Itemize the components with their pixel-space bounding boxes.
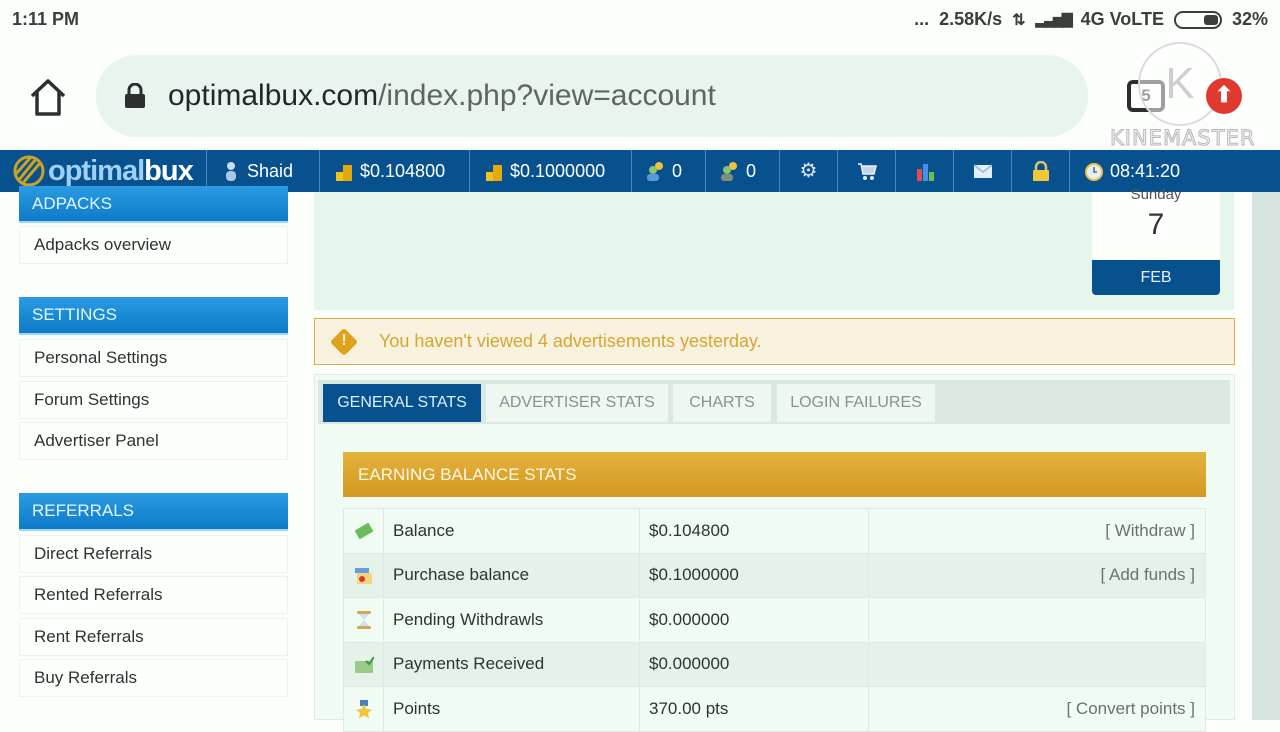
stat-value: $0.104800	[639, 508, 869, 554]
table-row: Payments Received $0.000000	[343, 641, 1206, 687]
sidebar-item-adpacks-overview[interactable]: Adpacks overview	[19, 226, 288, 264]
network-speed: 2.58K/s	[939, 9, 1003, 29]
nav-direct-referrals[interactable]: 0	[632, 150, 706, 192]
medal-icon	[354, 700, 374, 719]
stat-value: $0.000000	[639, 597, 869, 643]
convert-points-link[interactable]: [ Convert points ]	[868, 686, 1206, 732]
nav-rented-referrals[interactable]: 0	[706, 150, 780, 192]
money-icon	[354, 522, 374, 540]
status-bar: 1:11 PM ... 2.58K/s ⇅ ▂▃▅▇ 4G VoLTE 32%	[0, 0, 1280, 42]
nav-purchase-balance[interactable]: $0.1000000	[470, 150, 632, 192]
rented-referrals-icon	[720, 161, 740, 181]
arrow-up-icon: ⬆	[1214, 82, 1234, 107]
nav-balance[interactable]: $0.104800	[320, 150, 470, 192]
tab-general-stats[interactable]: GENERAL STATS	[323, 384, 481, 422]
url-text[interactable]: optimalbux.com/index.php?view=account	[168, 79, 716, 113]
battery-icon	[1173, 10, 1222, 29]
referrals-icon	[646, 161, 666, 181]
sidebar-item-forum-settings[interactable]: Forum Settings	[19, 381, 288, 419]
sidebar-item-advertiser-panel[interactable]: Advertiser Panel	[19, 422, 288, 460]
sidebar-item-rented-referrals[interactable]: Rented Referrals	[19, 576, 288, 614]
home-button[interactable]	[26, 76, 70, 120]
withdraw-link[interactable]: [ Withdraw ]	[868, 508, 1206, 554]
network-type: 4G VoLTE	[1080, 9, 1164, 29]
stat-label: Payments Received	[383, 641, 640, 687]
stat-value: $0.1000000	[639, 552, 869, 598]
battery-percent: 32%	[1231, 9, 1268, 29]
cart-icon	[857, 161, 877, 181]
table-row: Balance $0.104800 [ Withdraw ]	[343, 508, 1206, 554]
alert-message: You haven't viewed 4 advertisements yest…	[379, 331, 762, 351]
sidebar-item-personal-settings[interactable]: Personal Settings	[19, 339, 288, 377]
tab-charts[interactable]: CHARTS	[673, 384, 771, 422]
stat-action	[868, 597, 1206, 643]
sidebar-section-referrals: REFERRALS	[19, 493, 288, 529]
hourglass-icon	[354, 611, 374, 630]
sidebar-item-rent-referrals[interactable]: Rent Referrals	[19, 618, 288, 656]
home-icon	[30, 79, 66, 116]
sidebar-section-settings: SETTINGS	[19, 297, 288, 333]
stat-value: 370.00 pts	[639, 686, 869, 732]
padlock-icon	[1031, 160, 1051, 181]
user-icon	[221, 161, 241, 181]
nav-stats[interactable]	[896, 150, 954, 192]
stat-label: Pending Withdrawls	[383, 597, 640, 643]
earning-stats-table: Balance $0.104800 [ Withdraw ] Purchase …	[343, 508, 1206, 732]
calendar-weekday: Sunday	[1130, 186, 1182, 203]
table-row: Purchase balance $0.1000000 [ Add funds …	[343, 552, 1206, 598]
nav-messages[interactable]	[954, 150, 1012, 192]
address-bar[interactable]: optimalbux.com/index.php?view=account	[96, 55, 1088, 137]
gear-icon: ⚙	[799, 160, 818, 182]
purchase-icon	[354, 567, 374, 585]
page-scroll-edge	[1252, 192, 1280, 720]
add-funds-link[interactable]: [ Add funds ]	[868, 552, 1206, 598]
sidebar-item-direct-referrals[interactable]: Direct Referrals	[19, 535, 288, 573]
calendar-day: 7	[1147, 208, 1165, 241]
mail-icon	[973, 161, 993, 181]
lock-icon	[124, 82, 146, 109]
warning-icon: !	[329, 327, 359, 357]
bar-chart-icon	[915, 161, 935, 181]
sidebar-item-buy-referrals[interactable]: Buy Referrals	[19, 659, 288, 697]
table-row: Points 370.00 pts [ Convert points ]	[343, 686, 1206, 732]
earning-stats-header: EARNING BALANCE STATS	[343, 452, 1206, 497]
tab-login-failures[interactable]: LOGIN FAILURES	[777, 384, 935, 422]
coins-icon	[334, 161, 354, 181]
data-transfer-icon: ⇅	[1012, 11, 1026, 29]
stat-label: Points	[383, 686, 640, 732]
warning-alert: ! You haven't viewed 4 advertisements ye…	[314, 318, 1235, 365]
tab-advertiser-stats[interactable]: ADVERTISER STATS	[486, 384, 668, 422]
stat-label: Balance	[383, 508, 640, 554]
logo-mark-icon	[12, 155, 46, 187]
stat-label: Purchase balance	[383, 552, 640, 598]
payment-received-icon	[354, 656, 375, 674]
stat-action	[868, 641, 1206, 687]
signal-icon: ▂▃▅▇	[1035, 11, 1073, 27]
sidebar-section-adpacks: ADPACKS	[19, 186, 288, 221]
upload-button[interactable]: ⬆	[1206, 78, 1242, 114]
more-notifications-icon: ...	[914, 9, 930, 29]
browser-toolbar: optimalbux.com/index.php?view=account 5 …	[0, 42, 1280, 151]
calendar-month: FEB	[1092, 260, 1220, 295]
nav-settings[interactable]: ⚙	[780, 150, 838, 192]
nav-logout[interactable]	[1012, 150, 1070, 192]
coins-icon	[484, 161, 504, 181]
alarm-clock-icon	[1084, 161, 1104, 181]
stat-value: $0.000000	[639, 641, 869, 687]
table-row: Pending Withdrawls $0.000000	[343, 597, 1206, 643]
nav-shop[interactable]	[838, 150, 896, 192]
calendar-widget: Sunday 7	[1092, 186, 1220, 260]
status-time: 1:11 PM	[12, 9, 80, 29]
kinemaster-watermark: KINEMASTER	[1109, 126, 1256, 151]
